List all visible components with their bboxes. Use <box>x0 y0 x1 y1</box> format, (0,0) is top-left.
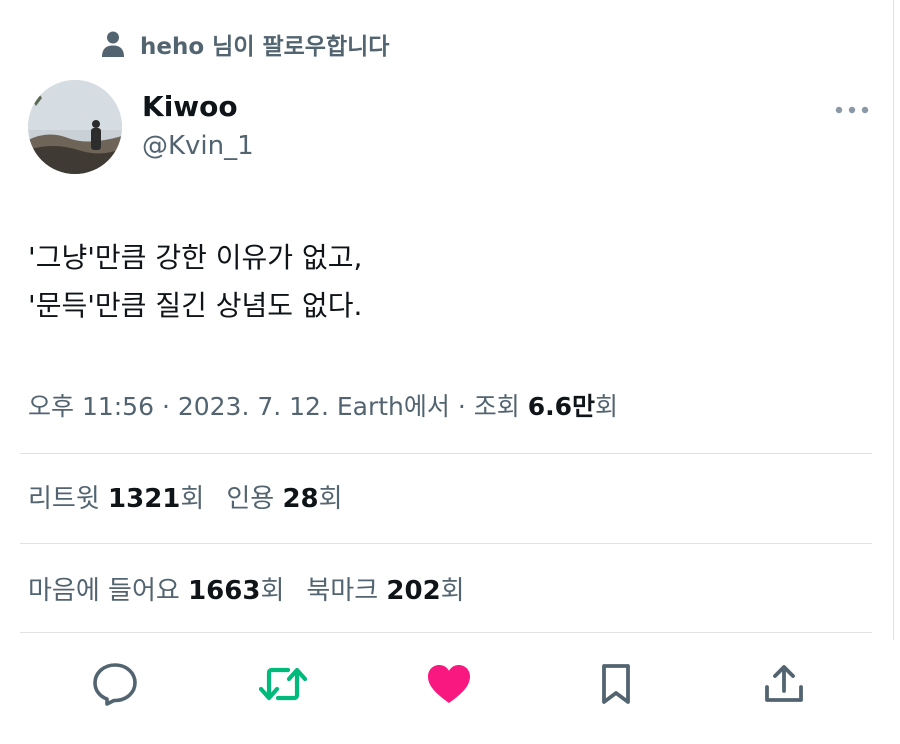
bookmarks-stat[interactable]: 북마크 202회 <box>306 576 464 606</box>
share-button[interactable] <box>758 658 810 710</box>
social-context: heho 님이 팔로우합니다 <box>100 28 389 60</box>
bookmark-icon <box>602 664 630 704</box>
bookmark-button[interactable] <box>590 658 642 710</box>
retweet-icon <box>258 667 308 701</box>
more-options-button[interactable] <box>830 96 874 124</box>
stats-row-2: 마음에 들어요 1663회 북마크 202회 <box>28 570 465 607</box>
quotes-stat[interactable]: 인용 28회 <box>226 484 342 514</box>
social-context-text: heho 님이 팔로우합니다 <box>140 34 390 60</box>
user-handle[interactable]: @Kvin_1 <box>142 131 254 161</box>
share-icon <box>765 665 803 702</box>
display-name[interactable]: Kiwoo <box>142 90 238 123</box>
person-icon <box>100 30 126 58</box>
view-unit: 회 <box>594 392 618 421</box>
more-dots-icon <box>835 106 869 114</box>
scrollbar-edge <box>893 0 894 640</box>
tweet-line: '그냥'만큼 강한 이유가 없고, <box>28 241 363 274</box>
timestamp-source[interactable]: 오후 11:56 · 2023. 7. 12. Earth에서 · 조회 <box>28 392 528 421</box>
likes-stat[interactable]: 마음에 들어요 1663회 <box>28 576 284 606</box>
divider <box>20 453 872 454</box>
view-count: 6.6만 <box>527 392 595 421</box>
tweet-text: '그냥'만큼 강한 이유가 없고, '문득'만큼 질긴 상념도 없다. <box>28 234 362 330</box>
divider <box>20 543 872 544</box>
tweet-meta: 오후 11:56 · 2023. 7. 12. Earth에서 · 조회 6.6… <box>28 387 618 423</box>
reply-icon <box>93 663 137 706</box>
like-icon <box>428 665 470 703</box>
reply-button[interactable] <box>89 658 141 710</box>
retweet-button[interactable] <box>257 658 309 710</box>
retweets-stat[interactable]: 리트윗 1321회 <box>28 484 204 514</box>
tweet-line: '문득'만큼 질긴 상념도 없다. <box>28 289 363 322</box>
stats-row-1: 리트윗 1321회 인용 28회 <box>28 478 343 515</box>
avatar[interactable] <box>28 80 122 174</box>
divider <box>20 632 872 633</box>
action-bar <box>0 652 900 718</box>
like-button[interactable] <box>423 658 475 710</box>
